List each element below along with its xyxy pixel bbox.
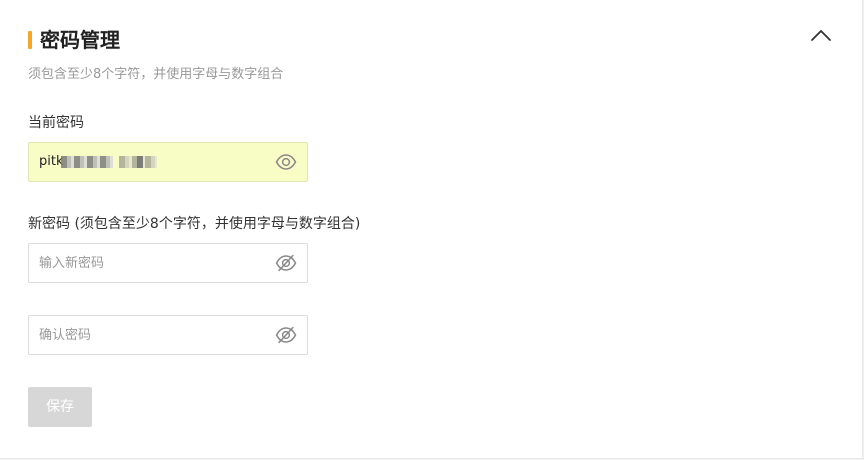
- password-management-card: 密码管理 须包含至少8个字符，并使用字母与数字组合 当前密码 pitk 新密码 …: [0, 0, 863, 459]
- confirm-password-field[interactable]: [28, 315, 308, 355]
- section-title: 密码管理: [40, 28, 120, 52]
- save-button[interactable]: 保存: [28, 387, 92, 427]
- section-accent-bar: [28, 31, 32, 49]
- show-password-toggle[interactable]: [275, 152, 297, 172]
- eye-off-icon: [275, 326, 297, 344]
- new-password-label: 新密码 (须包含至少8个字符，并使用字母与数字组合): [28, 216, 361, 232]
- password-blur-mask: [137, 156, 143, 168]
- show-confirm-password-toggle[interactable]: [275, 325, 297, 345]
- password-requirement-hint: 须包含至少8个字符，并使用字母与数字组合: [28, 67, 284, 82]
- collapse-button[interactable]: [806, 20, 836, 48]
- show-new-password-toggle[interactable]: [275, 253, 297, 273]
- eye-off-icon: [275, 254, 297, 272]
- new-password-field[interactable]: [28, 243, 308, 283]
- chevron-up-icon: [811, 30, 831, 41]
- new-password-input[interactable]: [39, 244, 264, 282]
- current-password-field[interactable]: pitk: [28, 142, 308, 182]
- eye-icon: [275, 154, 297, 170]
- current-password-label: 当前密码: [28, 115, 84, 131]
- confirm-password-input[interactable]: [39, 316, 264, 354]
- current-password-value: pitk: [39, 154, 64, 169]
- password-blur-mask: [61, 156, 113, 168]
